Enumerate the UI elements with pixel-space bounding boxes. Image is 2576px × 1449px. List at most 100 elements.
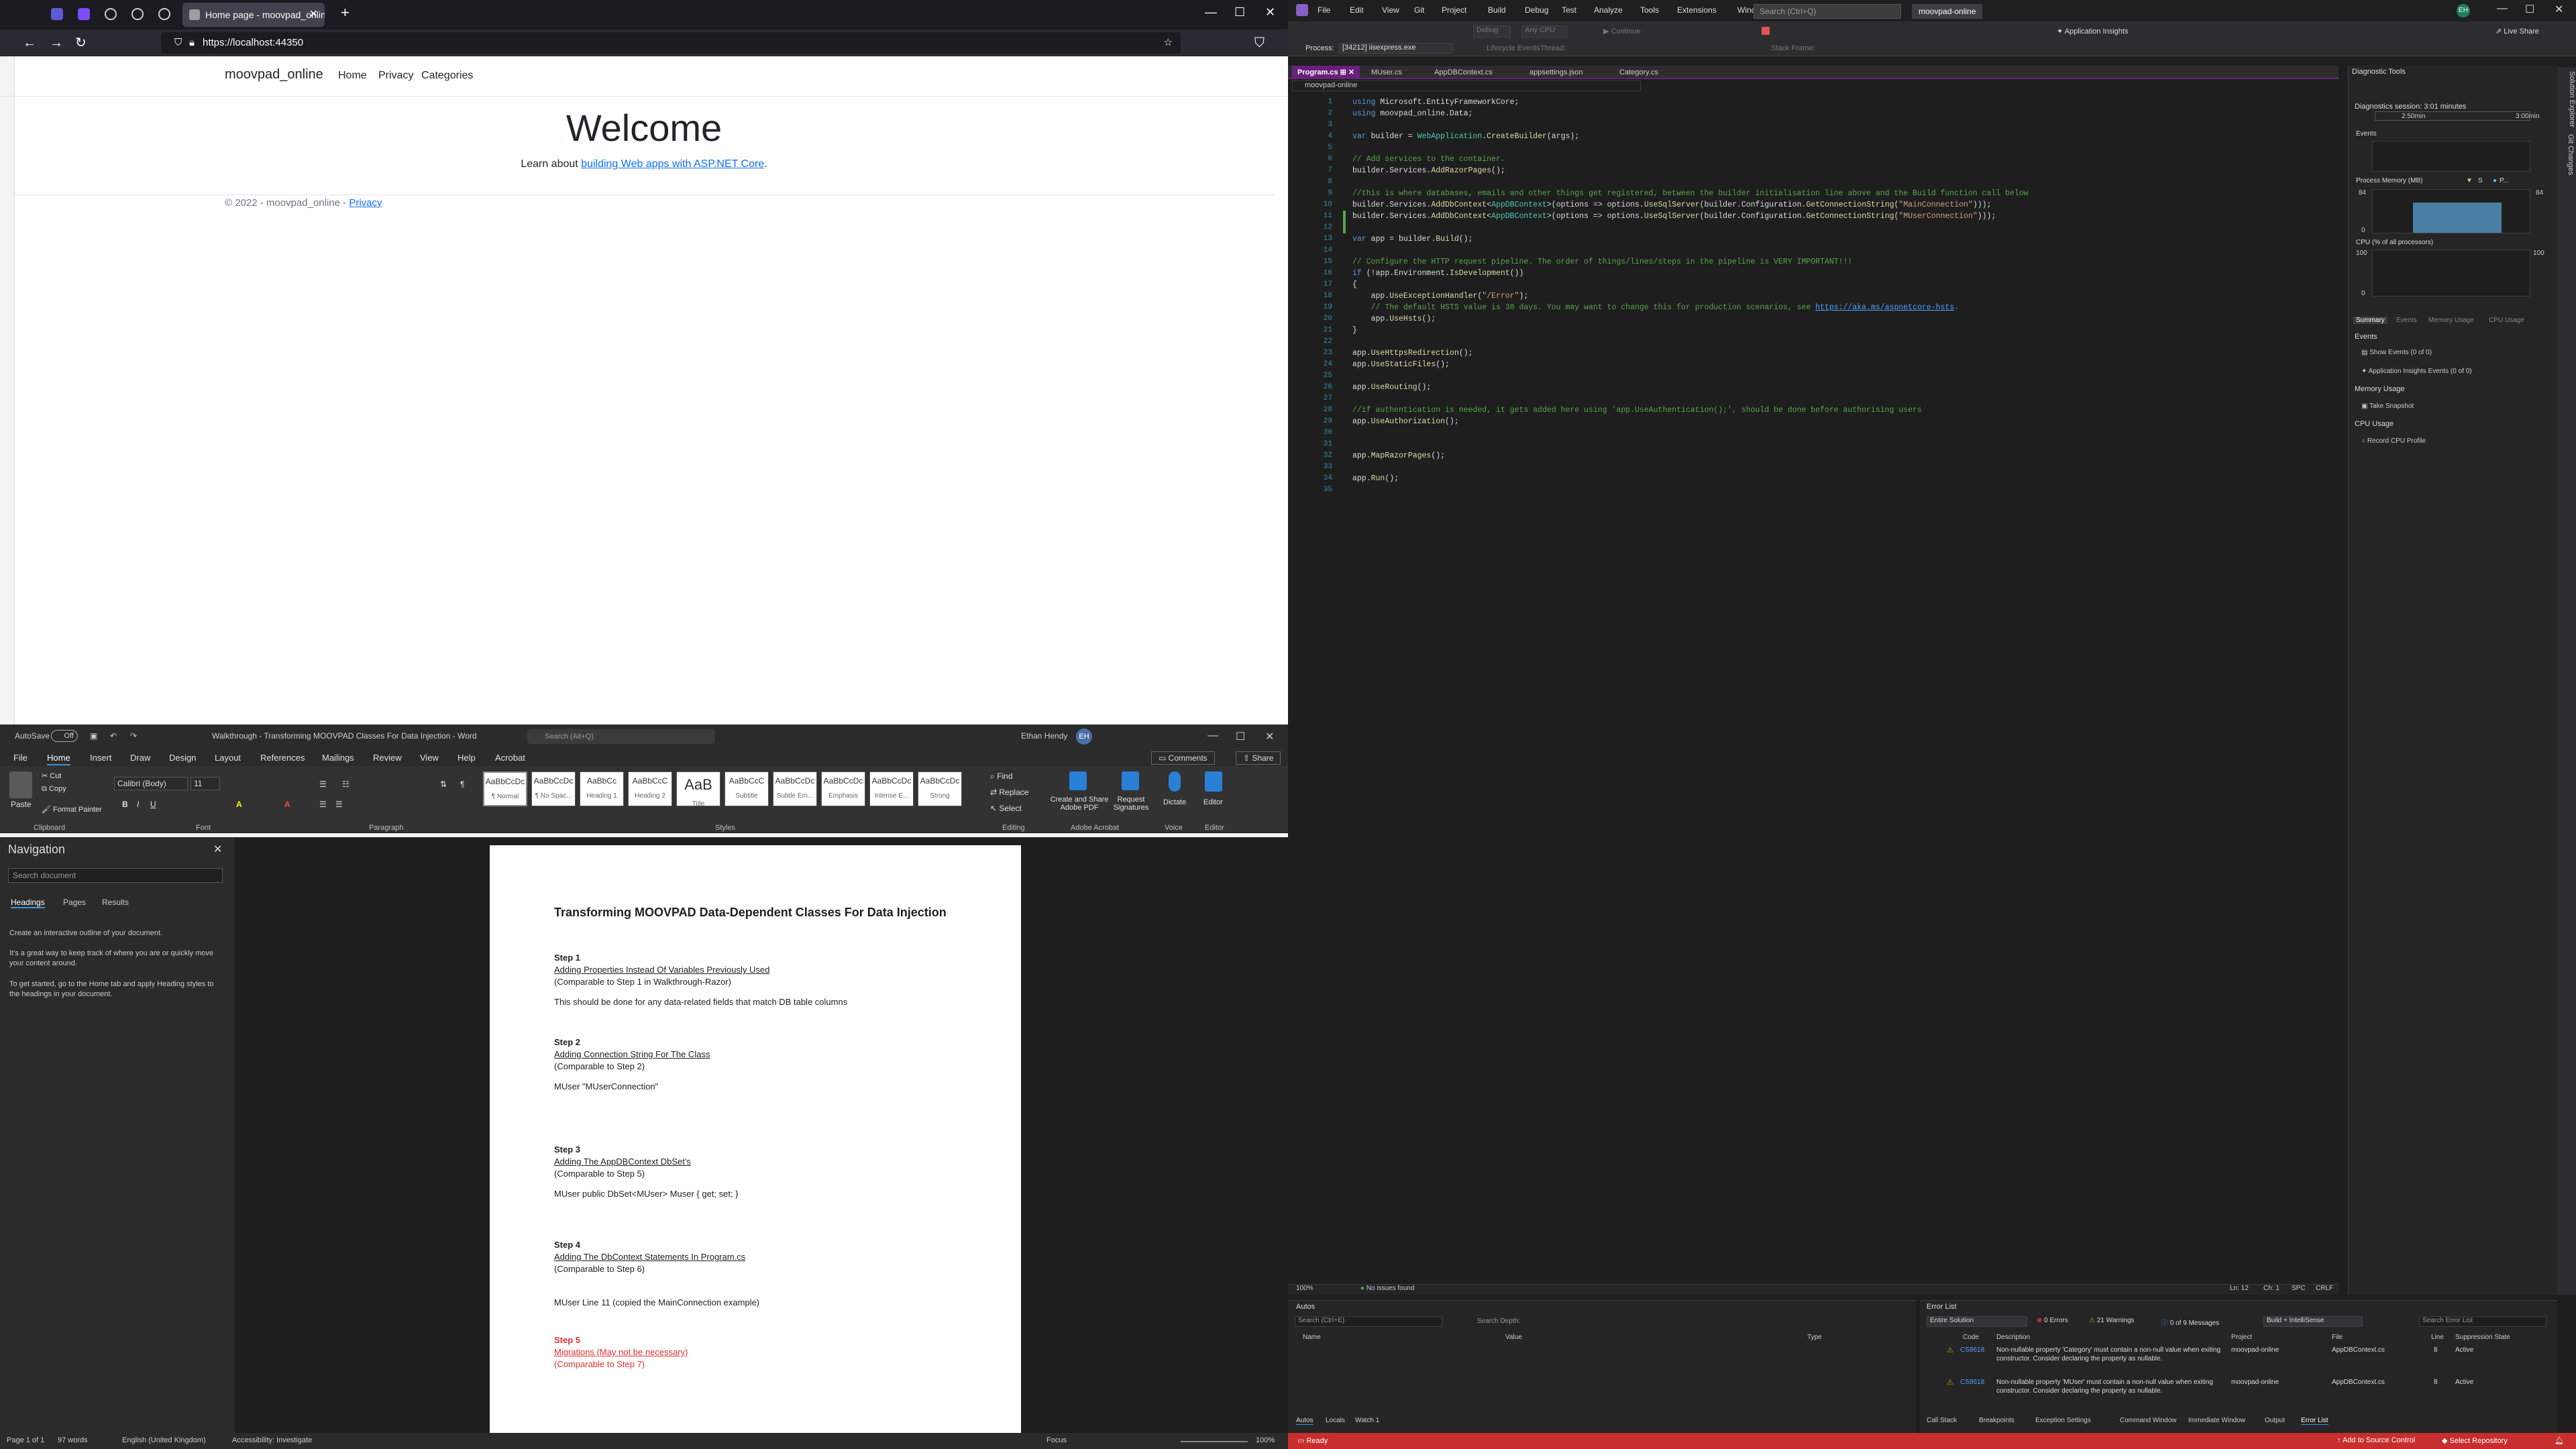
comments-button[interactable]: ▭ Comments — [1151, 751, 1215, 765]
address-bar[interactable]: ⛉ 🔒︎ https://localhost:44350 ☆ — [161, 32, 1181, 54]
tab-appsettings-json[interactable]: appsettings.json — [1524, 66, 1589, 79]
select-button[interactable]: ↖ Select — [990, 804, 1022, 813]
bottom-tab-call-stack[interactable]: Call Stack — [1927, 1417, 1957, 1424]
add-source-control-button[interactable]: ↑ Add to Source Control — [2337, 1436, 2415, 1444]
vs-user-avatar[interactable]: EH — [2457, 4, 2470, 17]
autos-col-name[interactable]: Name — [1303, 1334, 1321, 1341]
nav-categories-link[interactable]: Categories — [421, 70, 473, 82]
italic-icon[interactable]: I — [137, 800, 139, 809]
timeline-ruler[interactable] — [2375, 111, 2530, 121]
nav-tab-headings[interactable]: Headings — [11, 898, 45, 908]
style-4[interactable]: AaB Title — [676, 771, 720, 808]
maximize-icon[interactable]: ☐ — [1236, 730, 1245, 743]
notifications-icon[interactable]: 🔔︎ — [2555, 1436, 2564, 1445]
tab-design[interactable]: Design — [169, 753, 196, 763]
new-tab-icon[interactable]: + — [341, 4, 350, 21]
bottom-tab-autos[interactable]: Autos — [1296, 1417, 1313, 1425]
style-6[interactable]: AaBbCcDc Subtle Em... — [773, 771, 817, 806]
tab-file[interactable]: File — [13, 753, 28, 763]
tab-home[interactable]: Home — [47, 753, 70, 765]
search-document-input[interactable]: Search document — [8, 868, 223, 883]
redo-icon[interactable]: ↷ — [130, 731, 137, 741]
bookmark-star-icon[interactable]: ☆ — [1164, 32, 1173, 54]
font-name-select[interactable]: Calibri (Body) — [114, 777, 188, 790]
zoom-slider[interactable] — [1181, 1441, 1248, 1442]
pinned-tab-icon[interactable] — [158, 8, 170, 20]
tab-help[interactable]: Help — [458, 753, 476, 763]
close-window-icon[interactable]: ✕ — [2555, 3, 2563, 16]
minimize-icon[interactable]: — — [1205, 5, 1217, 19]
language[interactable]: English (United Kingdom) — [122, 1436, 206, 1444]
err-col-suppression[interactable]: Suppression State — [2455, 1334, 2510, 1341]
bold-icon[interactable]: B — [122, 800, 128, 809]
bullets-icon[interactable]: ☰ — [319, 780, 327, 789]
word-search-input[interactable]: Search (Alt+Q) — [527, 729, 715, 744]
bottom-tab-immediate-window[interactable]: Immediate Window — [2188, 1417, 2245, 1424]
autosave-toggle[interactable]: Off — [51, 730, 78, 742]
find-button[interactable]: ⌕ Find — [990, 771, 1012, 782]
diag-tab-summary[interactable]: Summary — [2353, 317, 2387, 324]
lifecycle-events[interactable]: Lifecycle Events — [1487, 44, 1540, 52]
pinned-tab-icon[interactable] — [51, 8, 63, 20]
error-scope-select[interactable]: Entire Solution — [1927, 1316, 2027, 1327]
word-count[interactable]: 97 words — [58, 1436, 88, 1444]
app-insights-events-link[interactable]: ✦ Application Insights Events (0 of 0) — [2361, 368, 2472, 375]
close-tab-icon[interactable]: ✕ — [309, 3, 318, 27]
vs-menu-file[interactable]: File — [1318, 5, 1330, 15]
close-window-icon[interactable]: ✕ — [1265, 730, 1274, 743]
create-pdf-button[interactable]: Create and Share Adobe PDF — [1048, 796, 1111, 812]
copy-button[interactable]: ⧉ Copy — [42, 785, 66, 794]
vs-menu-extensions[interactable]: Extensions — [1677, 5, 1717, 15]
replace-button[interactable]: ⇄ Replace — [990, 788, 1028, 797]
autos-col-value[interactable]: Value — [1505, 1334, 1522, 1341]
close-pane-icon[interactable]: ✕ — [213, 843, 222, 856]
err-col-description[interactable]: Description — [1996, 1334, 2030, 1341]
warnings-filter[interactable]: ⚠ 21 Warnings — [2089, 1317, 2135, 1324]
live-share-button[interactable]: ⇗ Live Share — [2496, 27, 2539, 36]
pinned-tab-icon[interactable] — [131, 8, 144, 20]
vs-menu-git[interactable]: Git — [1414, 5, 1424, 15]
maximize-icon[interactable]: ☐ — [1234, 5, 1245, 19]
accessibility-status[interactable]: Accessibility: Investigate — [232, 1436, 312, 1444]
shield-icon[interactable]: ⛉ — [174, 32, 182, 54]
save-icon[interactable]: ▣ — [90, 731, 97, 741]
line-indicator[interactable]: Ln: 12 — [2230, 1285, 2249, 1292]
continue-button[interactable]: ▶ Continue — [1603, 27, 1641, 36]
vs-menu-tools[interactable]: Tools — [1640, 5, 1659, 15]
bottom-tab-output[interactable]: Output — [2265, 1417, 2285, 1424]
err-col-file[interactable]: File — [2332, 1334, 2343, 1341]
tab-acrobat[interactable]: Acrobat — [495, 753, 525, 763]
microphone-icon[interactable] — [1169, 771, 1181, 792]
share-button[interactable]: ⇪ Share — [1236, 751, 1281, 765]
style-9[interactable]: AaBbCcDc Strong — [918, 771, 962, 806]
font-size-select[interactable]: 11 — [191, 777, 220, 790]
nav-tab-results[interactable]: Results — [102, 898, 129, 907]
err-col-line[interactable]: Line — [2431, 1334, 2444, 1341]
zoom-level[interactable]: 100% — [1256, 1436, 1275, 1444]
editor-pen-icon[interactable] — [1205, 771, 1222, 792]
format-painter-button[interactable]: 🖌︎ Format Painter — [42, 805, 102, 814]
vs-menu-project[interactable]: Project — [1442, 5, 1466, 15]
take-snapshot-button[interactable]: ▣ Take Snapshot — [2361, 402, 2414, 410]
vs-menu-edit[interactable]: Edit — [1350, 5, 1364, 15]
editor-zoom[interactable]: 100% — [1296, 1285, 1313, 1292]
config-select[interactable]: Debug — [1473, 25, 1511, 38]
show-events-link[interactable]: ▤ Show Events (0 of 0) — [2361, 349, 2432, 356]
style-3[interactable]: AaBbCcC Heading 2 — [628, 771, 672, 806]
tab-insert[interactable]: Insert — [90, 753, 112, 763]
vs-menu-view[interactable]: View — [1382, 5, 1399, 15]
browser-tab-active[interactable]: Home page - moovpad_online ✕ — [182, 3, 325, 27]
tab-layout[interactable]: Layout — [215, 753, 241, 763]
numbering-icon[interactable]: ☷ — [342, 780, 350, 789]
page-count[interactable]: Page 1 of 1 — [7, 1436, 44, 1444]
focus-button[interactable]: Focus — [1046, 1436, 1067, 1444]
minimize-icon[interactable]: — — [2497, 3, 2508, 15]
cut-button[interactable]: ✂ Cut — [42, 771, 61, 780]
side-tab-solution-explorer[interactable]: Solution Explorer — [2557, 67, 2576, 1295]
font-color-icon[interactable]: A — [284, 800, 290, 809]
vs-menu-analyze[interactable]: Analyze — [1594, 5, 1623, 15]
lock-icon[interactable]: 🔒︎ — [189, 32, 195, 54]
aspnet-core-link[interactable]: building Web apps with ASP.NET Core — [581, 158, 764, 170]
highlight-icon[interactable]: A — [236, 800, 242, 809]
request-signature-icon[interactable] — [1122, 771, 1139, 790]
